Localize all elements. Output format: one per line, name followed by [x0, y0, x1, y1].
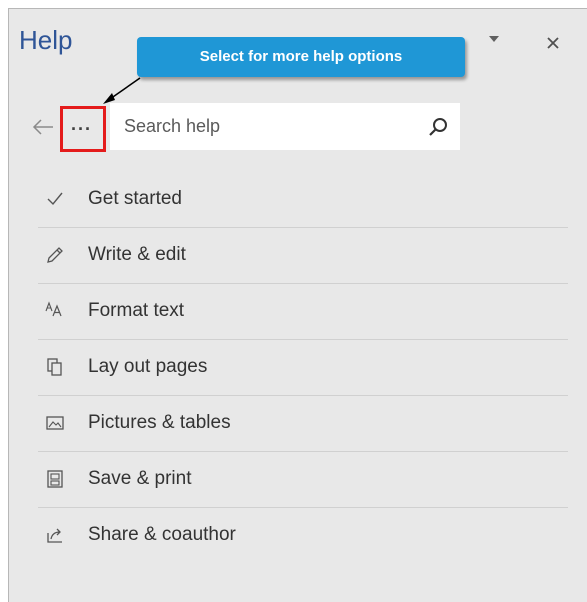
more-icon: ··· — [71, 119, 92, 139]
pane-title: Help — [19, 25, 73, 55]
share-icon — [45, 525, 65, 545]
callout-annotation: Select for more help options — [137, 37, 465, 77]
back-button[interactable] — [31, 117, 55, 137]
menu-item-share-coauthor[interactable]: Share & coauthor — [38, 508, 568, 564]
arrow-left-icon — [32, 119, 53, 135]
search-box — [110, 103, 460, 150]
more-options-button[interactable]: ··· — [60, 106, 106, 152]
help-topics-list: Get started Write & edit Format text Lay… — [38, 172, 568, 564]
font-size-icon — [45, 301, 65, 321]
menu-item-label: Format text — [88, 300, 185, 321]
menu-item-write-edit[interactable]: Write & edit — [38, 228, 568, 284]
menu-item-label: Write & edit — [88, 244, 186, 265]
caret-down-icon — [489, 36, 499, 42]
menu-item-get-started[interactable]: Get started — [38, 172, 568, 228]
menu-item-label: Save & print — [88, 468, 192, 489]
close-pane-button[interactable] — [546, 36, 560, 50]
menu-item-pictures-tables[interactable]: Pictures & tables — [38, 396, 568, 452]
search-input[interactable] — [124, 103, 414, 150]
pane-options-dropdown[interactable] — [486, 32, 502, 46]
pencil-icon — [45, 245, 65, 265]
save-icon — [45, 469, 65, 489]
menu-item-lay-out-pages[interactable]: Lay out pages — [38, 340, 568, 396]
close-icon — [547, 37, 559, 49]
picture-icon — [45, 413, 65, 433]
menu-item-format-text[interactable]: Format text — [38, 284, 568, 340]
checkmark-icon — [45, 189, 65, 209]
search-icon — [429, 118, 447, 136]
menu-item-save-print[interactable]: Save & print — [38, 452, 568, 508]
pages-icon — [45, 357, 65, 377]
menu-item-label: Share & coauthor — [88, 524, 236, 545]
menu-item-label: Lay out pages — [88, 356, 208, 377]
menu-item-label: Get started — [88, 188, 182, 209]
search-button[interactable] — [428, 117, 448, 137]
menu-item-label: Pictures & tables — [88, 412, 231, 433]
